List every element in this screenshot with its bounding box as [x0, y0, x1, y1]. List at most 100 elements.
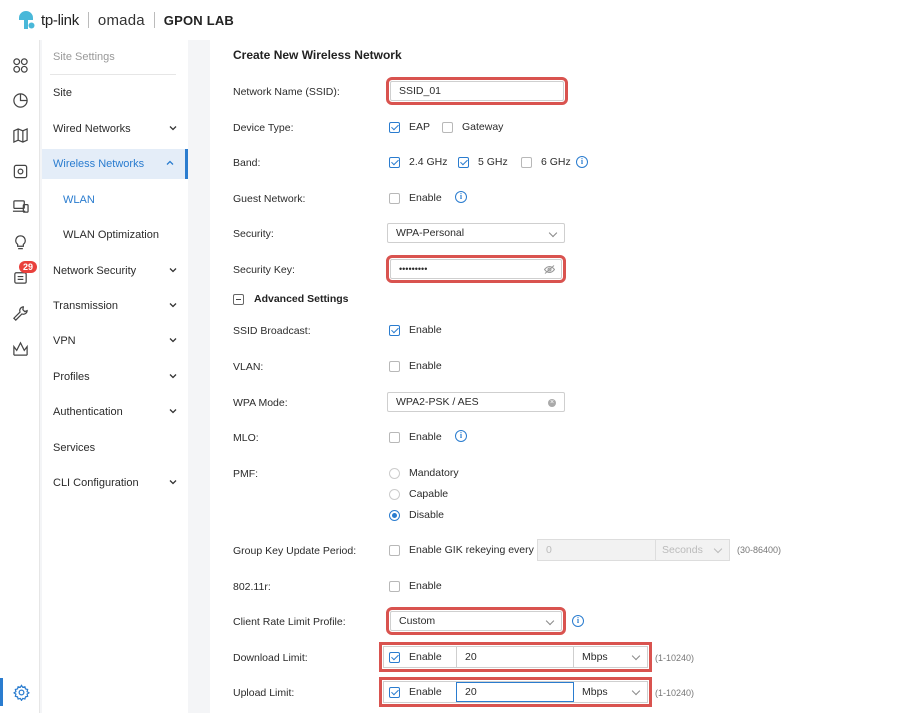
security-select[interactable]: WPA-Personal	[387, 223, 565, 243]
map-icon[interactable]	[0, 121, 40, 149]
checkbox[interactable]	[442, 121, 453, 133]
gik-rekeying-checkbox[interactable]: Enable GIK rekeying every	[389, 544, 534, 556]
checkbox[interactable]	[389, 651, 400, 663]
checkbox[interactable]	[389, 686, 400, 698]
vlan-checkbox[interactable]: Enable	[389, 360, 442, 372]
guest-network-label: Guest Network:	[233, 193, 306, 205]
ssid-input[interactable]: SSID_01	[386, 77, 568, 105]
upload-unit-select[interactable]: Mbps	[574, 682, 647, 702]
ssid-value: SSID_01	[399, 85, 442, 97]
group-key-value[interactable]: 0	[538, 540, 656, 560]
radio[interactable]	[389, 467, 400, 479]
checkbox[interactable]	[389, 580, 400, 592]
nav-item-transmission[interactable]: Transmission	[42, 291, 188, 321]
checkbox[interactable]	[389, 360, 400, 372]
site-name[interactable]: GPON LAB	[164, 13, 234, 28]
group-key-label: Group Key Update Period:	[233, 545, 357, 557]
info-icon[interactable]: i	[572, 615, 584, 627]
nav-item-site[interactable]: Site	[42, 78, 188, 108]
ssid-broadcast-checkbox[interactable]: Enable	[389, 324, 442, 336]
download-unit-select[interactable]: Mbps	[574, 647, 647, 667]
device-gateway-checkbox[interactable]: Gateway	[442, 121, 503, 133]
nav-label: Profiles	[53, 371, 90, 383]
devices-icon[interactable]	[0, 157, 40, 185]
pmf-disable-radio[interactable]: Disable	[389, 509, 444, 521]
upload-limit-label: Upload Limit:	[233, 687, 295, 699]
checkbox[interactable]	[389, 324, 400, 336]
r11-label: 802.11r:	[233, 581, 271, 593]
band-24-checkbox[interactable]: 2.4 GHz	[389, 156, 448, 168]
r11-checkbox[interactable]: Enable	[389, 580, 442, 592]
mlo-checkbox[interactable]: Enable	[389, 431, 442, 443]
settings-gear-icon[interactable]	[0, 678, 40, 706]
reports-icon[interactable]	[0, 334, 40, 362]
checkbox[interactable]	[458, 156, 469, 168]
checkbox[interactable]	[389, 156, 400, 168]
group-key-unit[interactable]: Seconds	[656, 540, 729, 560]
guest-network-checkbox[interactable]: Enable	[389, 192, 442, 204]
info-icon[interactable]: i	[455, 430, 467, 442]
eye-slash-icon[interactable]	[544, 265, 555, 274]
upload-enable-checkbox[interactable]: Enable	[384, 682, 456, 702]
checkbox[interactable]	[389, 121, 400, 133]
settings-nav: Site Settings Site Wired Networks Wirele…	[42, 40, 188, 713]
security-key-input[interactable]: •••••••••	[386, 255, 566, 283]
checkbox[interactable]	[389, 192, 400, 204]
band-label: Band:	[233, 157, 261, 169]
nav-item-authentication[interactable]: Authentication	[42, 397, 188, 427]
download-limit-group[interactable]: Enable 20 Mbps	[379, 642, 652, 672]
checkbox[interactable]	[521, 156, 532, 168]
clear-icon[interactable]: ×	[548, 399, 556, 407]
wlan-form: Create New Wireless Network Network Name…	[210, 40, 901, 713]
rate-profile-select[interactable]: Custom	[386, 607, 566, 635]
pmf-capable-radio[interactable]: Capable	[389, 488, 448, 500]
advanced-settings-toggle[interactable]: Advanced Settings	[233, 293, 349, 305]
info-icon[interactable]: i	[455, 191, 467, 203]
device-eap-checkbox[interactable]: EAP	[389, 121, 430, 133]
checkbox[interactable]	[389, 544, 400, 556]
upload-limit-input[interactable]: 20	[456, 682, 574, 702]
insights-icon[interactable]	[0, 228, 40, 256]
chevron-down-icon	[169, 303, 177, 308]
nav-heading: Site Settings	[53, 51, 115, 63]
chevron-down-icon	[545, 616, 555, 626]
radio[interactable]	[389, 488, 400, 500]
band-5-checkbox[interactable]: 5 GHz	[458, 156, 508, 168]
top-bar: tp-link omada GPON LAB	[0, 0, 901, 40]
nav-item-cli-configuration[interactable]: CLI Configuration	[42, 468, 188, 498]
band-6-checkbox[interactable]: 6 GHz	[521, 156, 571, 168]
upload-limit-group[interactable]: Enable 20 Mbps	[379, 677, 652, 707]
info-icon[interactable]: i	[576, 156, 588, 168]
checkbox[interactable]	[389, 431, 400, 443]
nav-item-wlan-optimization[interactable]: WLAN Optimization	[42, 220, 188, 250]
nav-item-wlan[interactable]: WLAN	[42, 185, 188, 215]
download-limit-input[interactable]: 20	[456, 647, 574, 667]
download-enable-checkbox[interactable]: Enable	[384, 647, 456, 667]
tools-icon[interactable]	[0, 299, 40, 327]
statistics-icon[interactable]	[0, 86, 40, 114]
clients-icon[interactable]	[0, 192, 40, 220]
divider	[153, 12, 155, 28]
alerts-icon[interactable]: 29	[0, 261, 40, 291]
wpa-mode-select[interactable]: WPA2-PSK / AES ×	[387, 392, 565, 412]
nav-item-wired-networks[interactable]: Wired Networks	[42, 114, 188, 144]
nav-item-wireless-networks[interactable]: Wireless Networks	[42, 149, 188, 179]
option-label: Enable	[409, 580, 442, 592]
nav-item-services[interactable]: Services	[42, 433, 188, 463]
security-key-value: •••••••••	[399, 264, 428, 274]
nav-item-profiles[interactable]: Profiles	[42, 362, 188, 392]
option-label: Enable	[409, 686, 442, 698]
option-label: Disable	[409, 509, 445, 521]
option-label: 5 GHz	[478, 156, 508, 168]
nav-item-network-security[interactable]: Network Security	[42, 256, 188, 286]
pmf-mandatory-radio[interactable]: Mandatory	[389, 467, 459, 479]
chevron-down-icon	[169, 268, 177, 273]
option-label: Enable	[409, 324, 442, 336]
group-key-period-input[interactable]: 0 Seconds	[537, 539, 730, 561]
collapse-icon[interactable]	[233, 293, 244, 305]
dashboard-icon[interactable]	[0, 51, 40, 79]
upload-value: 20	[465, 686, 477, 698]
rate-profile-label: Client Rate Limit Profile:	[233, 616, 346, 628]
radio[interactable]	[389, 509, 400, 521]
nav-item-vpn[interactable]: VPN	[42, 326, 188, 356]
